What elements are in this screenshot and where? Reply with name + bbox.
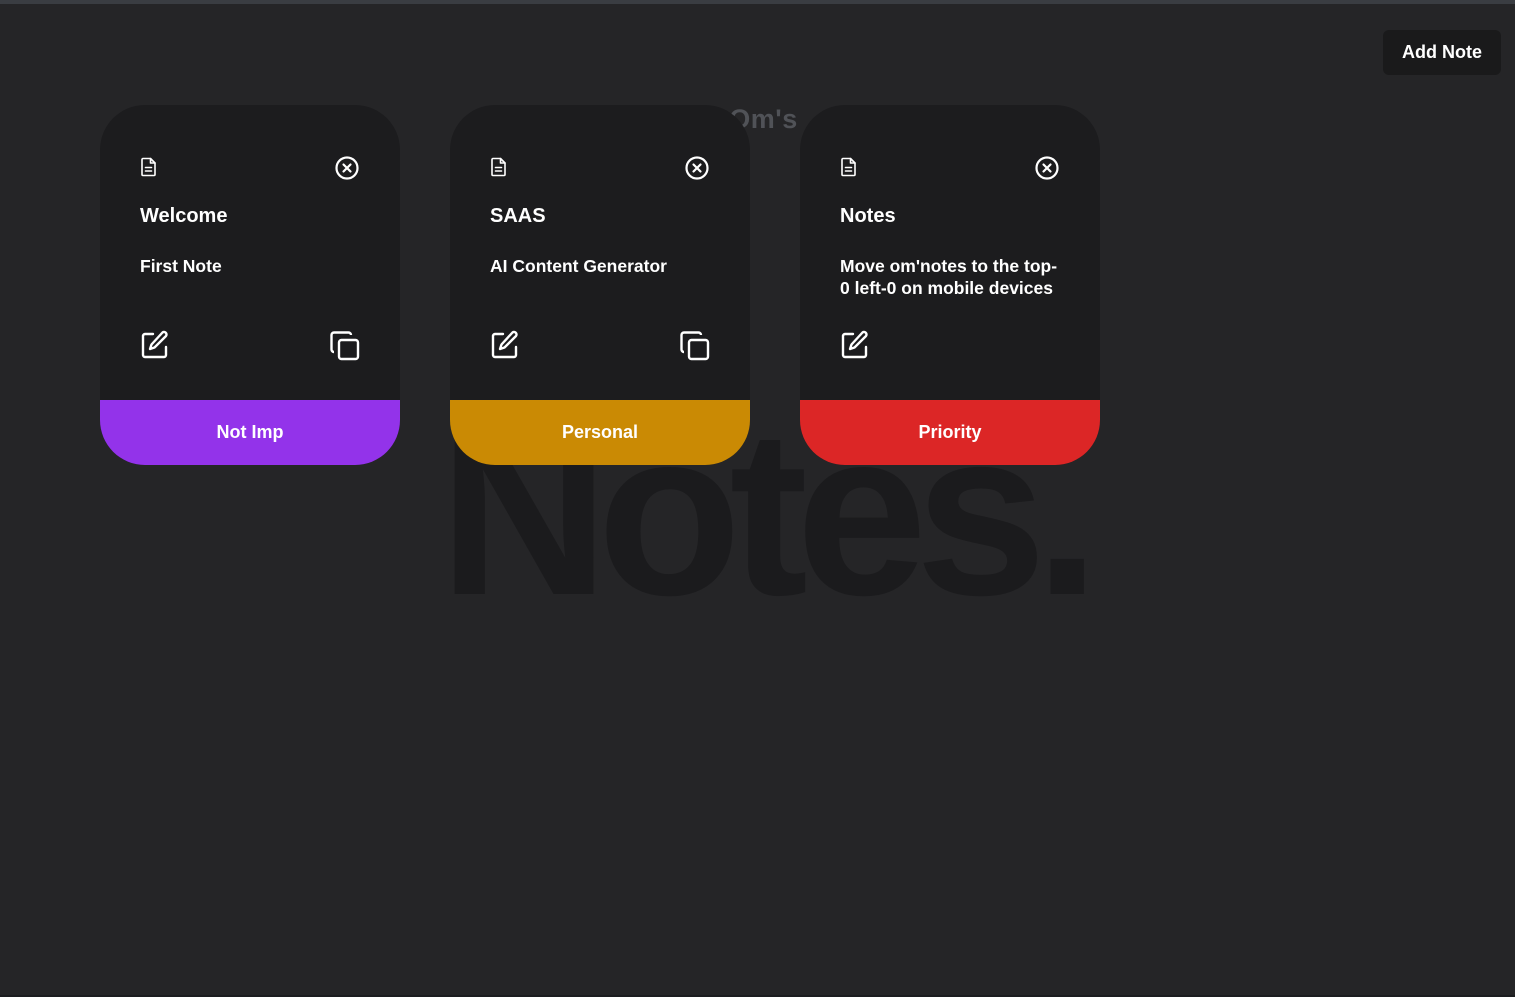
edit-icon[interactable] (840, 330, 870, 360)
add-note-button[interactable]: Add Note (1383, 30, 1501, 75)
copy-icon[interactable] (329, 330, 361, 362)
tag-label: Not Imp (100, 400, 400, 465)
copy-icon[interactable] (679, 330, 711, 362)
document-icon (490, 157, 508, 177)
edit-icon[interactable] (490, 330, 520, 360)
note-card: Notes Move om'notes to the top-0 left-0 … (800, 105, 1100, 465)
note-body: AI Content Generator (490, 256, 667, 276)
close-icon[interactable] (334, 155, 360, 181)
tag-label: Priority (800, 400, 1100, 465)
note-title: Notes (840, 205, 896, 227)
note-title: SAAS (490, 205, 546, 227)
tag-label: Personal (450, 400, 750, 465)
close-icon[interactable] (684, 155, 710, 181)
top-border (0, 0, 1515, 4)
edit-icon[interactable] (140, 330, 170, 360)
note-card: Welcome First Note Not Imp (100, 105, 400, 465)
document-icon (140, 157, 158, 177)
note-card: SAAS AI Content Generator Personal (450, 105, 750, 465)
close-icon[interactable] (1034, 155, 1060, 181)
note-body: Move om'notes to the top-0 left-0 on mob… (840, 256, 1058, 298)
note-body: First Note (140, 256, 222, 276)
document-icon (840, 157, 858, 177)
note-title: Welcome (140, 205, 228, 227)
